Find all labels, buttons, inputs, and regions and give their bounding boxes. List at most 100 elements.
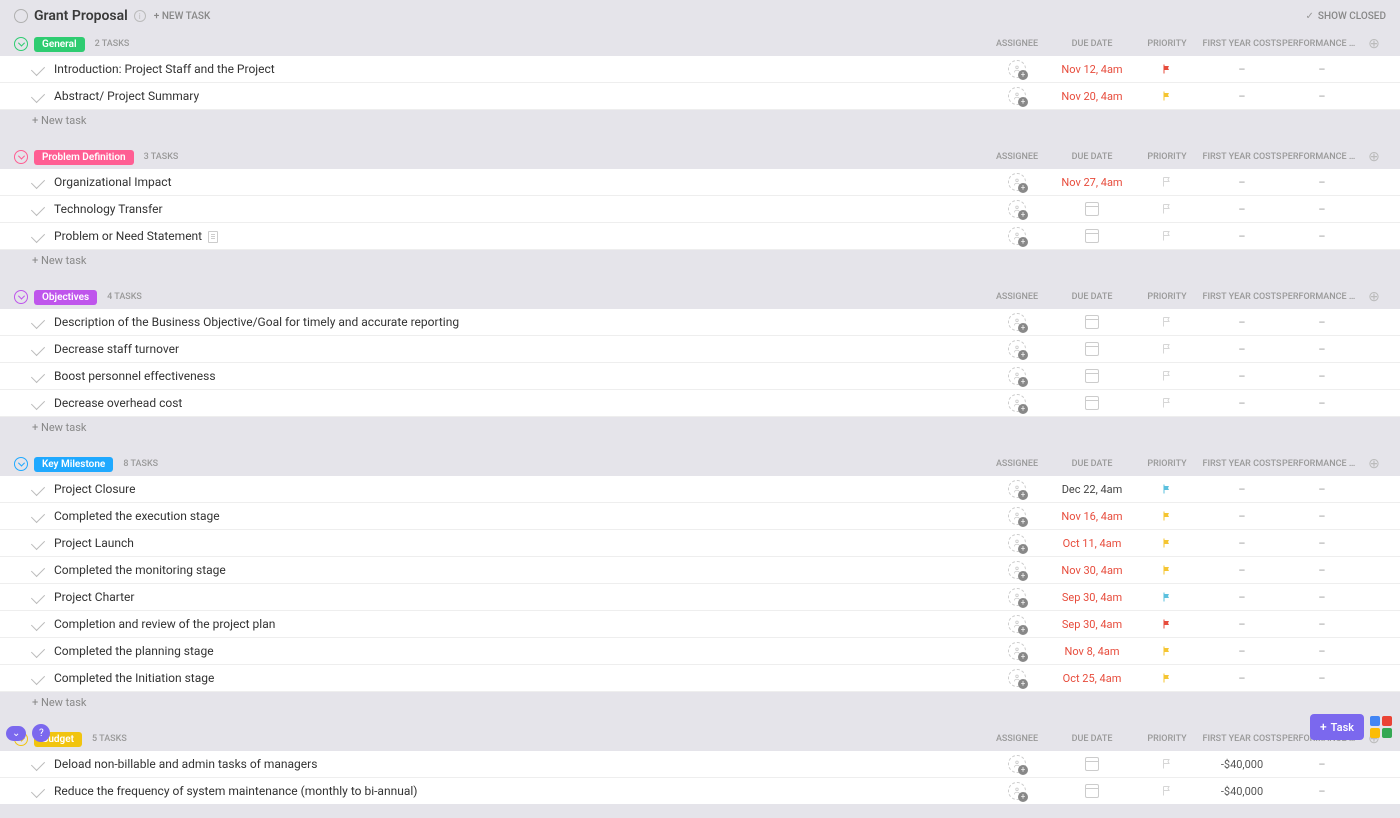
priority-flag-icon[interactable]: [1161, 591, 1173, 603]
task-check-icon[interactable]: [31, 482, 45, 496]
first-year-cost[interactable]: –: [1202, 397, 1282, 410]
performance-cell[interactable]: –: [1282, 564, 1362, 577]
first-year-cost[interactable]: –: [1202, 672, 1282, 685]
calendar-icon[interactable]: [1085, 229, 1099, 243]
due-date-text[interactable]: Sep 30, 4am: [1062, 591, 1122, 604]
task-row[interactable]: Completed the monitoring stage+Nov 30, 4…: [0, 557, 1400, 584]
document-icon[interactable]: [208, 231, 218, 243]
first-year-cost[interactable]: –: [1202, 230, 1282, 243]
calendar-icon[interactable]: [1085, 784, 1099, 798]
task-check-icon[interactable]: [31, 617, 45, 631]
first-year-cost[interactable]: –: [1202, 591, 1282, 604]
priority-flag-icon[interactable]: [1161, 397, 1173, 409]
group-label[interactable]: Objectives: [34, 290, 97, 305]
task-check-icon[interactable]: [31, 202, 45, 216]
due-date-text[interactable]: Nov 30, 4am: [1061, 564, 1122, 577]
task-row[interactable]: Abstract/ Project Summary+Nov 20, 4am––: [0, 83, 1400, 110]
assignee-icon[interactable]: +: [1008, 340, 1026, 358]
assignee-icon[interactable]: +: [1008, 227, 1026, 245]
col-head-firstyear[interactable]: FIRST YEAR COSTS: [1202, 39, 1282, 49]
task-check-icon[interactable]: [31, 590, 45, 604]
task-check-icon[interactable]: [31, 315, 45, 329]
assignee-icon[interactable]: +: [1008, 480, 1026, 498]
assignee-icon[interactable]: +: [1008, 755, 1026, 773]
due-date-text[interactable]: Nov 20, 4am: [1061, 90, 1122, 103]
performance-cell[interactable]: –: [1282, 203, 1362, 216]
task-row[interactable]: Introduction: Project Staff and the Proj…: [0, 56, 1400, 83]
priority-flag-icon[interactable]: [1161, 203, 1173, 215]
group-label[interactable]: General: [34, 37, 85, 52]
assignee-icon[interactable]: +: [1008, 394, 1026, 412]
priority-flag-icon[interactable]: [1161, 176, 1173, 188]
task-check-icon[interactable]: [31, 175, 45, 189]
priority-flag-icon[interactable]: [1161, 537, 1173, 549]
assignee-icon[interactable]: +: [1008, 173, 1026, 191]
priority-flag-icon[interactable]: [1161, 316, 1173, 328]
col-head-priority[interactable]: PRIORITY: [1132, 39, 1202, 49]
task-name[interactable]: Completed the planning stage: [54, 644, 982, 658]
new-task-row[interactable]: + New task: [0, 417, 1400, 438]
task-check-icon[interactable]: [31, 536, 45, 550]
assignee-icon[interactable]: +: [1008, 60, 1026, 78]
assignee-icon[interactable]: +: [1008, 561, 1026, 579]
col-head-firstyear[interactable]: FIRST YEAR COSTS: [1202, 292, 1282, 302]
task-check-icon[interactable]: [31, 784, 45, 798]
performance-cell[interactable]: –: [1282, 370, 1362, 383]
col-head-assignee[interactable]: ASSIGNEE: [982, 459, 1052, 469]
performance-cell[interactable]: –: [1282, 63, 1362, 76]
performance-cell[interactable]: –: [1282, 645, 1362, 658]
first-year-cost[interactable]: –: [1202, 203, 1282, 216]
task-row[interactable]: Completed the Initiation stage+Oct 25, 4…: [0, 665, 1400, 692]
assignee-icon[interactable]: +: [1008, 367, 1026, 385]
assignee-icon[interactable]: +: [1008, 669, 1026, 687]
col-head-assignee[interactable]: ASSIGNEE: [982, 734, 1052, 744]
col-head-firstyear[interactable]: FIRST YEAR COSTS: [1202, 152, 1282, 162]
new-task-row[interactable]: + New task: [0, 250, 1400, 271]
task-check-icon[interactable]: [31, 369, 45, 383]
task-name[interactable]: Completion and review of the project pla…: [54, 617, 982, 631]
performance-cell[interactable]: –: [1282, 397, 1362, 410]
calendar-icon[interactable]: [1085, 202, 1099, 216]
task-check-icon[interactable]: [31, 342, 45, 356]
bottom-pill-button[interactable]: ⌄: [6, 726, 26, 741]
task-name[interactable]: Decrease overhead cost: [54, 396, 982, 410]
performance-cell[interactable]: –: [1282, 591, 1362, 604]
first-year-cost[interactable]: –: [1202, 316, 1282, 329]
task-name[interactable]: Introduction: Project Staff and the Proj…: [54, 62, 982, 76]
assignee-icon[interactable]: +: [1008, 534, 1026, 552]
priority-flag-icon[interactable]: [1161, 618, 1173, 630]
priority-flag-icon[interactable]: [1161, 758, 1173, 770]
task-check-icon[interactable]: [31, 396, 45, 410]
calendar-icon[interactable]: [1085, 342, 1099, 356]
first-year-cost[interactable]: -$40,000: [1202, 785, 1282, 798]
col-head-duedate[interactable]: DUE DATE: [1052, 734, 1132, 744]
due-date-text[interactable]: Nov 12, 4am: [1061, 63, 1122, 76]
performance-cell[interactable]: –: [1282, 316, 1362, 329]
task-name[interactable]: Decrease staff turnover: [54, 342, 982, 356]
new-task-top-button[interactable]: + NEW TASK: [154, 11, 210, 22]
first-year-cost[interactable]: –: [1202, 63, 1282, 76]
due-date-text[interactable]: Nov 16, 4am: [1061, 510, 1122, 523]
task-name[interactable]: Project Charter: [54, 590, 982, 604]
task-name[interactable]: Reduce the frequency of system maintenan…: [54, 784, 982, 798]
assignee-icon[interactable]: +: [1008, 615, 1026, 633]
task-row[interactable]: Organizational Impact+Nov 27, 4am––: [0, 169, 1400, 196]
col-head-priority[interactable]: PRIORITY: [1132, 152, 1202, 162]
add-column-button[interactable]: ⊕: [1362, 36, 1386, 52]
priority-flag-icon[interactable]: [1161, 63, 1173, 75]
calendar-icon[interactable]: [1085, 396, 1099, 410]
col-head-performance[interactable]: PERFORMANCE M...: [1282, 292, 1362, 302]
task-check-icon[interactable]: [31, 644, 45, 658]
performance-cell[interactable]: –: [1282, 618, 1362, 631]
task-check-icon[interactable]: [31, 563, 45, 577]
performance-cell[interactable]: –: [1282, 785, 1362, 798]
col-head-priority[interactable]: PRIORITY: [1132, 292, 1202, 302]
task-row[interactable]: Completion and review of the project pla…: [0, 611, 1400, 638]
col-head-assignee[interactable]: ASSIGNEE: [982, 292, 1052, 302]
performance-cell[interactable]: –: [1282, 483, 1362, 496]
priority-flag-icon[interactable]: [1161, 645, 1173, 657]
performance-cell[interactable]: –: [1282, 537, 1362, 550]
assignee-icon[interactable]: +: [1008, 507, 1026, 525]
task-check-icon[interactable]: [31, 509, 45, 523]
due-date-text[interactable]: Nov 27, 4am: [1061, 176, 1122, 189]
